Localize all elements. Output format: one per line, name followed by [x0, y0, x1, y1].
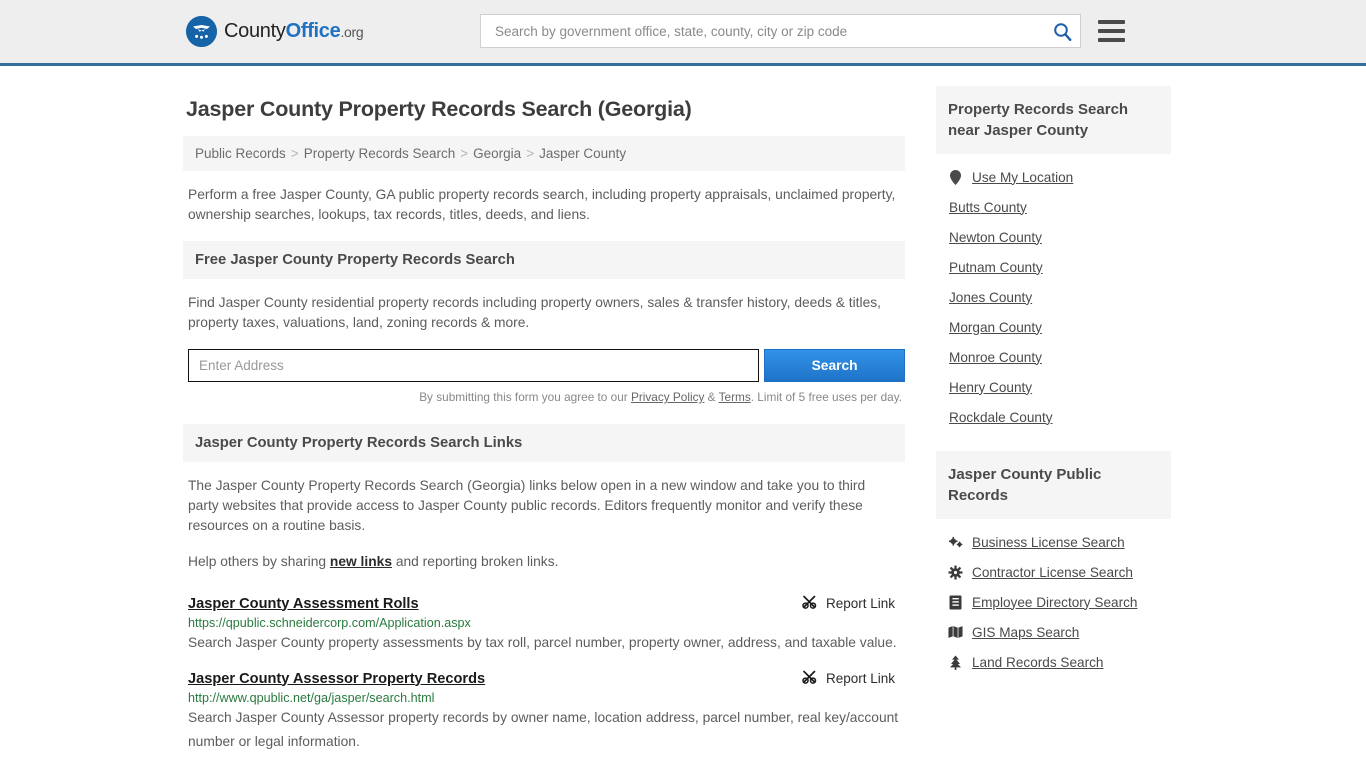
sidebar-link-label[interactable]: Business License Search: [972, 535, 1125, 550]
address-search-form: Search: [188, 349, 905, 382]
global-search-area: [480, 14, 1125, 48]
cog-icon: [948, 565, 963, 580]
report-link-label: Report Link: [825, 596, 895, 611]
sidebar-item-henry-county[interactable]: Henry County: [948, 372, 1171, 402]
sidebar-link-label[interactable]: Land Records Search: [972, 655, 1103, 670]
sidebar-item-newton-county[interactable]: Newton County: [948, 222, 1171, 252]
logo-county-text: County: [224, 20, 286, 42]
logo-wordmark: CountyOffice.org: [224, 20, 364, 43]
sidebar-item-gis-maps-search[interactable]: GIS Maps Search: [948, 617, 1171, 647]
nearby-counties-card: Property Records Search near Jasper Coun…: [936, 86, 1171, 432]
sidebar-item-morgan-county[interactable]: Morgan County: [948, 312, 1171, 342]
tree-icon: [948, 655, 963, 670]
global-search-input[interactable]: [493, 22, 1053, 40]
hamburger-bar: [1098, 20, 1125, 24]
sidebar-link-label[interactable]: Rockdale County: [949, 410, 1053, 425]
public-records-heading: Jasper County Public Records: [936, 451, 1171, 519]
sidebar-link-label[interactable]: Putnam County: [949, 260, 1043, 275]
result-description: Search Jasper County Assessor property r…: [188, 710, 899, 749]
search-result-item: Jasper County Assessor Property Records …: [188, 669, 905, 754]
result-description: Search Jasper County property assessment…: [188, 635, 897, 650]
site-header: CountyOffice.org: [0, 0, 1366, 66]
sidebar-item-jones-county[interactable]: Jones County: [948, 282, 1171, 312]
sidebar-item-use-my-location[interactable]: Use My Location: [948, 162, 1171, 192]
address-search-submit-button[interactable]: Search: [764, 349, 905, 382]
logo-org-text: .org: [340, 24, 364, 40]
new-links-link[interactable]: new links: [330, 554, 392, 569]
result-url[interactable]: http://www.qpublic.net/ga/jasper/search.…: [188, 691, 901, 705]
report-link-label: Report Link: [825, 671, 895, 686]
address-search-input[interactable]: [188, 349, 760, 382]
search-result-item: Jasper County Assessment Rolls Report Li…: [188, 594, 905, 655]
sidebar-item-contractor-license-search[interactable]: Contractor License Search: [948, 557, 1171, 587]
hamburger-bar: [1098, 29, 1125, 33]
sidebar-link-label[interactable]: GIS Maps Search: [972, 625, 1079, 640]
unlink-icon: [801, 669, 818, 688]
search-icon[interactable]: [1053, 22, 1072, 41]
id-card-icon: [948, 595, 963, 610]
links-section-heading: Jasper County Property Records Search Li…: [183, 424, 905, 462]
sidebar: Property Records Search near Jasper Coun…: [936, 86, 1171, 696]
hamburger-menu-icon[interactable]: [1098, 20, 1125, 42]
nearby-counties-heading: Property Records Search near Jasper Coun…: [936, 86, 1171, 154]
sidebar-item-rockdale-county[interactable]: Rockdale County: [948, 402, 1171, 432]
breadcrumb-separator: >: [526, 146, 535, 161]
report-link-button[interactable]: Report Link: [801, 594, 901, 613]
sidebar-item-monroe-county[interactable]: Monroe County: [948, 342, 1171, 372]
sidebar-item-butts-county[interactable]: Butts County: [948, 192, 1171, 222]
breadcrumb-item-public-records[interactable]: Public Records: [195, 146, 286, 161]
page-intro-text: Perform a free Jasper County, GA public …: [188, 187, 896, 222]
main-content: Jasper County Property Records Search (G…: [183, 86, 905, 762]
disclaimer-suffix: . Limit of 5 free uses per day.: [750, 390, 902, 404]
free-search-heading: Free Jasper County Property Records Sear…: [183, 241, 905, 279]
page-container: Jasper County Property Records Search (G…: [183, 66, 1183, 762]
cogs-icon: [948, 535, 963, 549]
sidebar-item-land-records-search[interactable]: Land Records Search: [948, 647, 1171, 677]
sidebar-link-label[interactable]: Monroe County: [949, 350, 1042, 365]
disclaimer-prefix: By submitting this form you agree to our: [419, 390, 631, 404]
breadcrumb: Public Records > Property Records Search > G…: [183, 136, 905, 171]
logo-office-text: Office: [285, 20, 341, 42]
unlink-icon: [801, 594, 818, 613]
share-prefix: Help others by sharing: [188, 554, 330, 569]
public-records-card: Jasper County Public Records Business Li…: [936, 451, 1171, 677]
breadcrumb-separator: >: [290, 146, 299, 161]
sidebar-link-label[interactable]: Morgan County: [949, 320, 1042, 335]
breadcrumb-item-georgia[interactable]: Georgia: [473, 146, 521, 161]
global-search-box[interactable]: [480, 14, 1081, 48]
map-pin-icon: [948, 169, 963, 185]
page-title: Jasper County Property Records Search (G…: [186, 97, 692, 121]
sidebar-link-label[interactable]: Butts County: [949, 200, 1027, 215]
sidebar-item-employee-directory-search[interactable]: Employee Directory Search: [948, 587, 1171, 617]
breadcrumb-item-jasper-county[interactable]: Jasper County: [539, 146, 626, 161]
terms-link[interactable]: Terms: [719, 390, 751, 404]
disclaimer-amp: &: [704, 390, 719, 404]
sidebar-link-label[interactable]: Contractor License Search: [972, 565, 1133, 580]
result-title-link[interactable]: Jasper County Assessment Rolls: [188, 596, 419, 612]
map-icon: [948, 625, 963, 639]
site-logo[interactable]: CountyOffice.org: [186, 16, 364, 47]
sidebar-link-label[interactable]: Henry County: [949, 380, 1032, 395]
breadcrumb-item-property-records-search[interactable]: Property Records Search: [304, 146, 456, 161]
form-disclaimer: By submitting this form you agree to our…: [183, 390, 902, 404]
sidebar-link-label[interactable]: Use My Location: [972, 170, 1073, 185]
free-search-description: Find Jasper County residential property …: [188, 295, 881, 330]
hamburger-bar: [1098, 38, 1125, 42]
result-title-link[interactable]: Jasper County Assessor Property Records: [188, 671, 485, 687]
sidebar-link-label[interactable]: Employee Directory Search: [972, 595, 1137, 610]
share-links-note: Help others by sharing new links and rep…: [188, 552, 905, 572]
sidebar-link-label[interactable]: Jones County: [949, 290, 1032, 305]
sidebar-item-putnam-county[interactable]: Putnam County: [948, 252, 1171, 282]
county-office-emblem-icon: [186, 16, 217, 47]
privacy-policy-link[interactable]: Privacy Policy: [631, 390, 704, 404]
links-section-description: The Jasper County Property Records Searc…: [188, 478, 866, 533]
sidebar-item-business-license-search[interactable]: Business License Search: [948, 527, 1171, 557]
result-url[interactable]: https://qpublic.schneidercorp.com/Applic…: [188, 616, 901, 630]
sidebar-link-label[interactable]: Newton County: [949, 230, 1042, 245]
breadcrumb-separator: >: [460, 146, 469, 161]
report-link-button[interactable]: Report Link: [801, 669, 901, 688]
share-suffix: and reporting broken links.: [392, 554, 559, 569]
